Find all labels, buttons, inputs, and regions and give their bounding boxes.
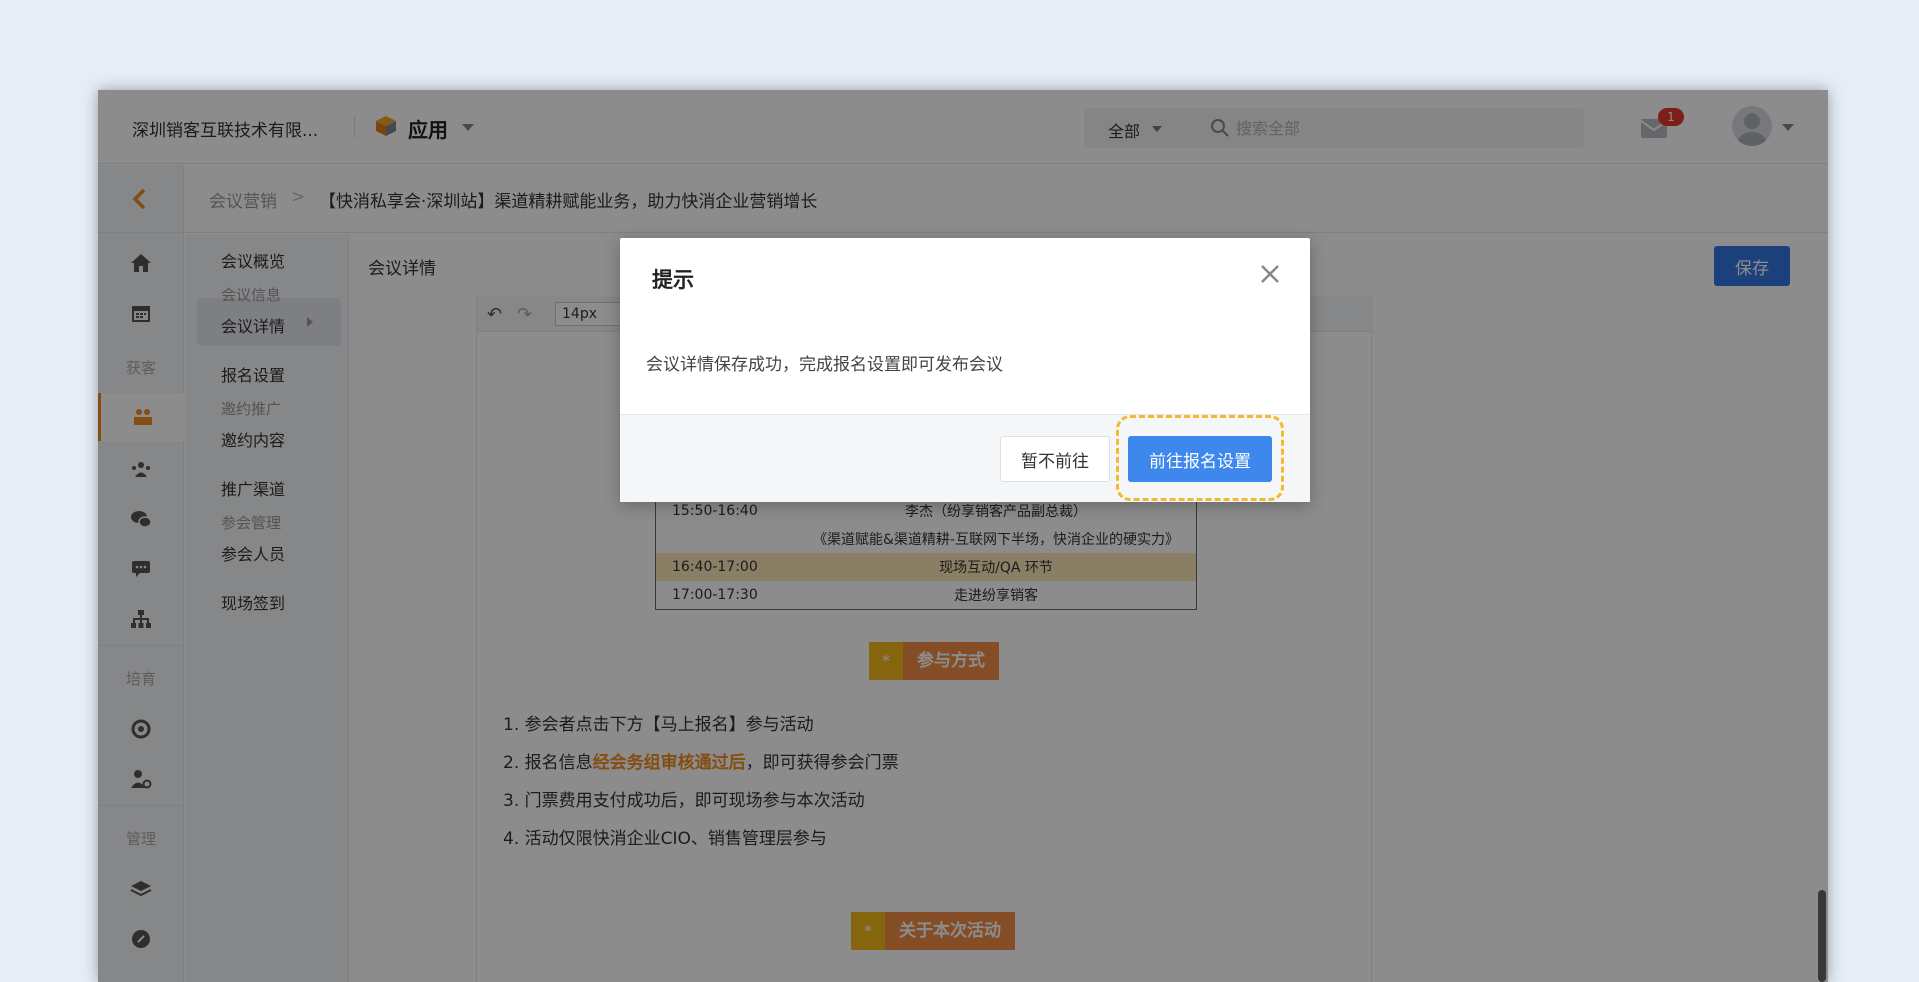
- prompt-dialog: 提示 会议详情保存成功，完成报名设置即可发布会议 暂不前往 前往报名设置: [620, 238, 1310, 502]
- modal-overlay: [98, 90, 1828, 982]
- go-to-registration-button[interactable]: 前往报名设置: [1128, 436, 1272, 482]
- not-now-button[interactable]: 暂不前往: [1000, 436, 1110, 482]
- dialog-footer: 暂不前往 前往报名设置: [620, 414, 1310, 502]
- close-icon[interactable]: [1256, 260, 1284, 288]
- dialog-title: 提示: [652, 268, 694, 292]
- dialog-message: 会议详情保存成功，完成报名设置即可发布会议: [646, 355, 1003, 375]
